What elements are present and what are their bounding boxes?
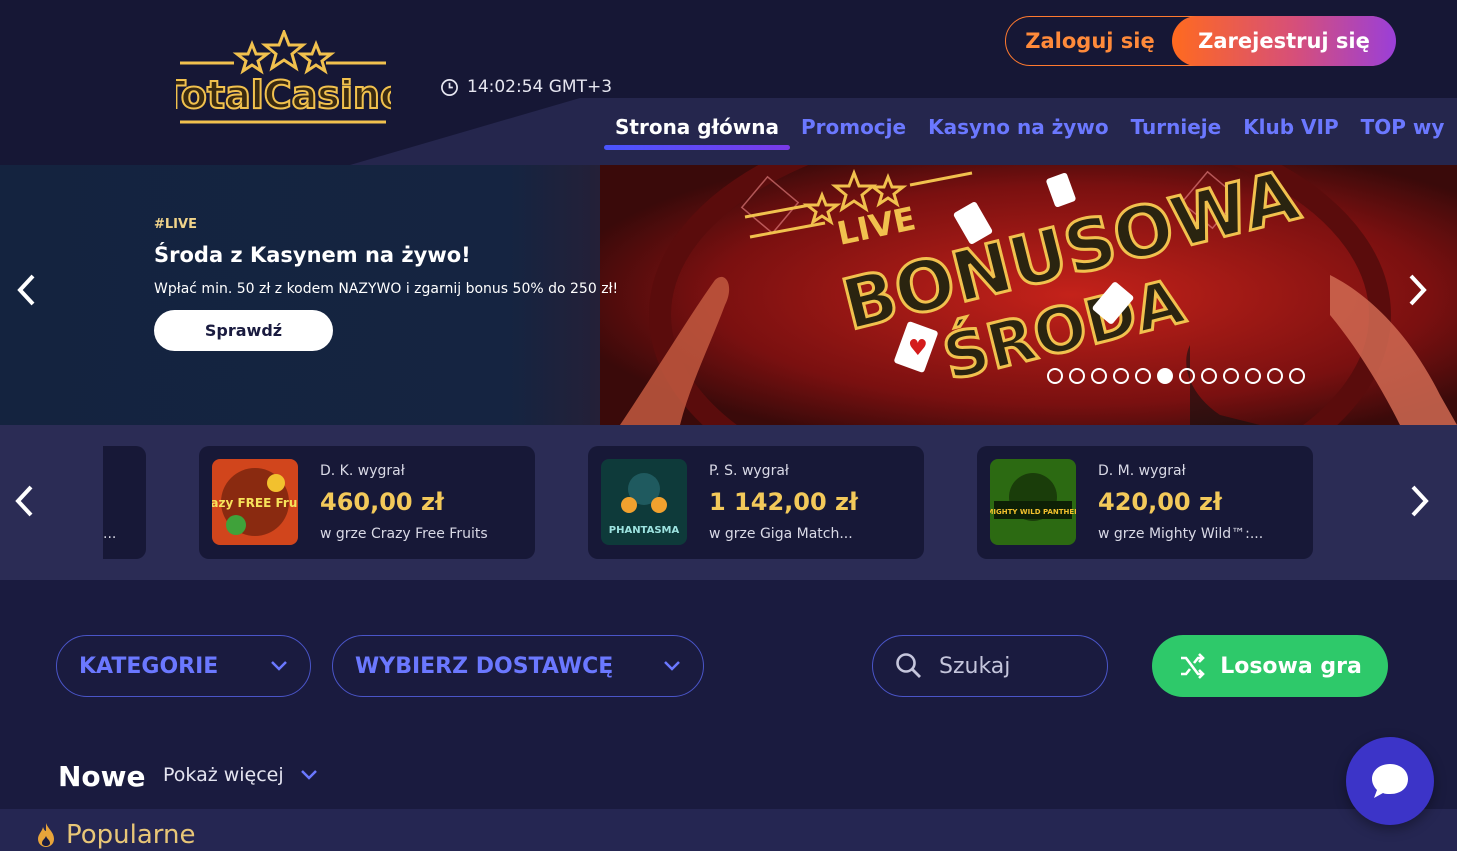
- winner-name: D. K. wygrał: [320, 463, 405, 479]
- categories-label: KATEGORIE: [79, 653, 219, 679]
- winner-game: w grze Crazy Free Fruits: [320, 526, 488, 542]
- banner-next-button[interactable]: [1402, 270, 1432, 310]
- providers-label: WYBIERZ DOSTAWCĘ: [355, 653, 614, 679]
- svg-text:♥: ♥: [908, 336, 928, 361]
- nav-item-top-winners[interactable]: TOP wy: [1350, 110, 1456, 150]
- winners-prev-button[interactable]: [10, 481, 40, 521]
- game-thumbnail[interactable]: MIGHTY WILD PANTHER: [990, 459, 1076, 545]
- search-input[interactable]: [939, 653, 1099, 679]
- site-logo[interactable]: TotalCasino: [176, 30, 391, 126]
- game-search: [872, 635, 1108, 697]
- banner-dot[interactable]: [1245, 368, 1261, 384]
- random-game-button[interactable]: Losowa gra: [1152, 635, 1388, 697]
- banner-tag: #LIVE: [154, 217, 197, 232]
- main-nav: Strona główna Promocje Kasyno na żywo Tu…: [604, 110, 1455, 154]
- thumb-text: PHANTASMA: [609, 525, 680, 536]
- logo-text: TotalCasino: [176, 73, 391, 117]
- banner-prev-button[interactable]: [12, 270, 42, 310]
- nav-item-tournaments[interactable]: Turnieje: [1120, 110, 1233, 150]
- chevron-down-icon: [300, 770, 317, 780]
- show-more-label: Pokaż więcej: [163, 764, 284, 786]
- providers-dropdown[interactable]: WYBIERZ DOSTAWCĘ: [332, 635, 704, 697]
- server-clock: 14:02:54 GMT+3: [440, 77, 612, 97]
- banner-dot[interactable]: [1135, 368, 1151, 384]
- banner-description: Wpłać min. 50 zł z kodem NAZYWO i zgarni…: [154, 281, 619, 297]
- winner-name: P. S. wygrał: [709, 463, 789, 479]
- popular-title: Popularne: [66, 820, 196, 850]
- chevron-right-icon: [1409, 274, 1427, 306]
- shuffle-icon: [1181, 653, 1206, 679]
- winner-card[interactable]: MIGHTY WILD PANTHER D. M. wygrał 420,00 …: [977, 446, 1313, 559]
- winner-partial-text: ...: [103, 526, 117, 542]
- nav-item-live-casino[interactable]: Kasyno na żywo: [917, 110, 1119, 150]
- thumb-text: MIGHTY WILD PANTHER: [990, 508, 1076, 516]
- chevron-down-icon: [271, 661, 287, 671]
- nav-item-home[interactable]: Strona główna: [604, 110, 790, 150]
- nav-item-promotions[interactable]: Promocje: [790, 110, 917, 150]
- banner-pagination: [1047, 368, 1305, 384]
- banner-cta-button[interactable]: Sprawdź: [154, 310, 333, 351]
- chevron-right-icon: [1411, 485, 1429, 517]
- chevron-left-icon: [17, 274, 35, 306]
- banner-dot[interactable]: [1201, 368, 1217, 384]
- clock-icon: [441, 78, 458, 96]
- chevron-down-icon: [664, 661, 680, 671]
- login-button[interactable]: Zaloguj się: [1006, 17, 1174, 65]
- banner-dot[interactable]: [1179, 368, 1195, 384]
- banner-dot[interactable]: [1113, 368, 1129, 384]
- search-icon: [896, 653, 921, 678]
- banner-dot[interactable]: [1047, 368, 1063, 384]
- random-game-label: Losowa gra: [1220, 653, 1362, 679]
- site-header: TotalCasino 14:02:54 GMT+3 Zaloguj się Z…: [0, 0, 1457, 165]
- popular-section-bar: [0, 809, 1457, 851]
- winner-card[interactable]: PHANTASMA P. S. wygrał 1 142,00 zł w grz…: [588, 446, 924, 559]
- thumb-text: Crazy FREE Fruits: [212, 496, 298, 510]
- promo-banner: LIVE BONUSOWA ŚRODA ♥ #LIVE Środa z Kasy…: [0, 165, 1457, 425]
- game-thumbnail[interactable]: Crazy FREE Fruits: [212, 459, 298, 545]
- winner-game: w grze Mighty Wild™:...: [1098, 526, 1264, 542]
- categories-dropdown[interactable]: KATEGORIE: [56, 635, 311, 697]
- section-title-new: Nowe: [58, 760, 146, 793]
- clock-text: 14:02:54 GMT+3: [467, 77, 613, 97]
- chevron-left-icon: [15, 485, 33, 517]
- auth-buttons: Zaloguj się Zarejestruj się: [1005, 16, 1396, 66]
- banner-dot[interactable]: [1157, 368, 1173, 384]
- banner-dot[interactable]: [1267, 368, 1283, 384]
- winner-card[interactable]: Crazy FREE Fruits D. K. wygrał 460,00 zł…: [199, 446, 535, 559]
- banner-dot[interactable]: [1069, 368, 1085, 384]
- chat-bubble-icon: [1372, 764, 1408, 798]
- winner-game: w grze Giga Match...: [709, 526, 853, 542]
- winner-amount: 460,00 zł: [320, 488, 444, 516]
- show-more-button[interactable]: Pokaż więcej: [163, 764, 318, 786]
- banner-dot[interactable]: [1289, 368, 1305, 384]
- banner-title: Środa z Kasynem na żywo!: [154, 243, 471, 267]
- section-title-popular: Popularne: [36, 820, 196, 850]
- winner-amount: 1 142,00 zł: [709, 488, 858, 516]
- fire-icon: [38, 823, 54, 847]
- nav-item-vip-club[interactable]: Klub VIP: [1232, 110, 1349, 150]
- recent-winners: ... Crazy FREE Fruits D. K. wygrał 460,0…: [0, 425, 1457, 580]
- live-chat-button[interactable]: [1346, 737, 1434, 825]
- winner-name: D. M. wygrał: [1098, 463, 1186, 479]
- register-button[interactable]: Zarejestruj się: [1172, 16, 1396, 66]
- winner-amount: 420,00 zł: [1098, 488, 1222, 516]
- banner-dot[interactable]: [1223, 368, 1239, 384]
- winners-next-button[interactable]: [1404, 481, 1434, 521]
- banner-artwork: LIVE BONUSOWA ŚRODA ♥: [600, 165, 1457, 425]
- banner-dot[interactable]: [1091, 368, 1107, 384]
- winner-card-partial[interactable]: ...: [103, 446, 146, 559]
- game-thumbnail[interactable]: PHANTASMA: [601, 459, 687, 545]
